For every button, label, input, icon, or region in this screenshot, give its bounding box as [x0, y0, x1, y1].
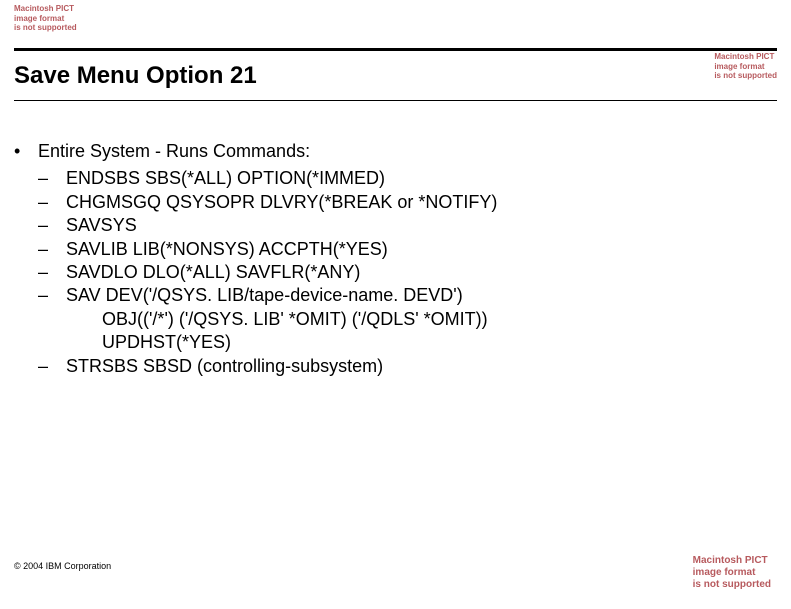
pict-error-l1: Macintosh PICT [714, 52, 777, 62]
sub-text: SAV DEV('/QSYS. LIB/tape-device-name. DE… [66, 284, 463, 307]
header-rule [14, 48, 777, 51]
bullet-text: Entire System - Runs Commands: [38, 140, 310, 163]
list-item: –SAV DEV('/QSYS. LIB/tape-device-name. D… [38, 284, 691, 307]
dash: – [38, 284, 66, 307]
dash: – [38, 191, 66, 214]
dash: – [38, 261, 66, 284]
sub-text: ENDSBS SBS(*ALL) OPTION(*IMMED) [66, 167, 385, 190]
title-rule [14, 100, 777, 101]
pict-error-l3: is not supported [14, 23, 77, 33]
copyright-footer: © 2004 IBM Corporation [14, 561, 111, 571]
sub-text: SAVSYS [66, 214, 137, 237]
sav-continuation: OBJ(('/*') ('/QSYS. LIB' *OMIT) ('/QDLS'… [66, 308, 691, 331]
sub-text: SAVLIB LIB(*NONSYS) ACCPTH(*YES) [66, 238, 388, 261]
pict-error-top-right: Macintosh PICT image format is not suppo… [714, 52, 777, 81]
list-item: –STRSBS SBSD (controlling-subsystem) [38, 355, 691, 378]
sav-continuation: UPDHST(*YES) [66, 331, 691, 354]
pict-error-l3: is not supported [693, 579, 771, 591]
pict-error-l3: is not supported [714, 71, 777, 81]
dash: – [38, 214, 66, 237]
pict-error-l2: image format [14, 14, 77, 24]
list-item: –SAVSYS [38, 214, 691, 237]
content: • Entire System - Runs Commands: –ENDSBS… [14, 140, 691, 378]
pict-error-l1: Macintosh PICT [14, 4, 77, 14]
sub-list: –ENDSBS SBS(*ALL) OPTION(*IMMED) –CHGMSG… [14, 167, 691, 378]
pict-error-l1: Macintosh PICT [693, 555, 771, 567]
bullet-row: • Entire System - Runs Commands: [14, 140, 691, 163]
list-item: –ENDSBS SBS(*ALL) OPTION(*IMMED) [38, 167, 691, 190]
dash: – [38, 167, 66, 190]
sub-text: STRSBS SBSD (controlling-subsystem) [66, 355, 383, 378]
dash: – [38, 355, 66, 378]
list-item: –CHGMSGQ QSYSOPR DLVRY(*BREAK or *NOTIFY… [38, 191, 691, 214]
pict-error-l2: image format [693, 567, 771, 579]
pict-error-top-left: Macintosh PICT image format is not suppo… [14, 4, 77, 33]
dash: – [38, 238, 66, 261]
sub-text: SAVDLO DLO(*ALL) SAVFLR(*ANY) [66, 261, 360, 284]
pict-error-bottom-right: Macintosh PICT image format is not suppo… [693, 555, 771, 591]
list-item: –SAVLIB LIB(*NONSYS) ACCPTH(*YES) [38, 238, 691, 261]
bullet-mark: • [14, 140, 38, 163]
sub-text: CHGMSGQ QSYSOPR DLVRY(*BREAK or *NOTIFY) [66, 191, 497, 214]
list-item: –SAVDLO DLO(*ALL) SAVFLR(*ANY) [38, 261, 691, 284]
pict-error-l2: image format [714, 62, 777, 72]
page-title: Save Menu Option 21 [14, 62, 257, 90]
